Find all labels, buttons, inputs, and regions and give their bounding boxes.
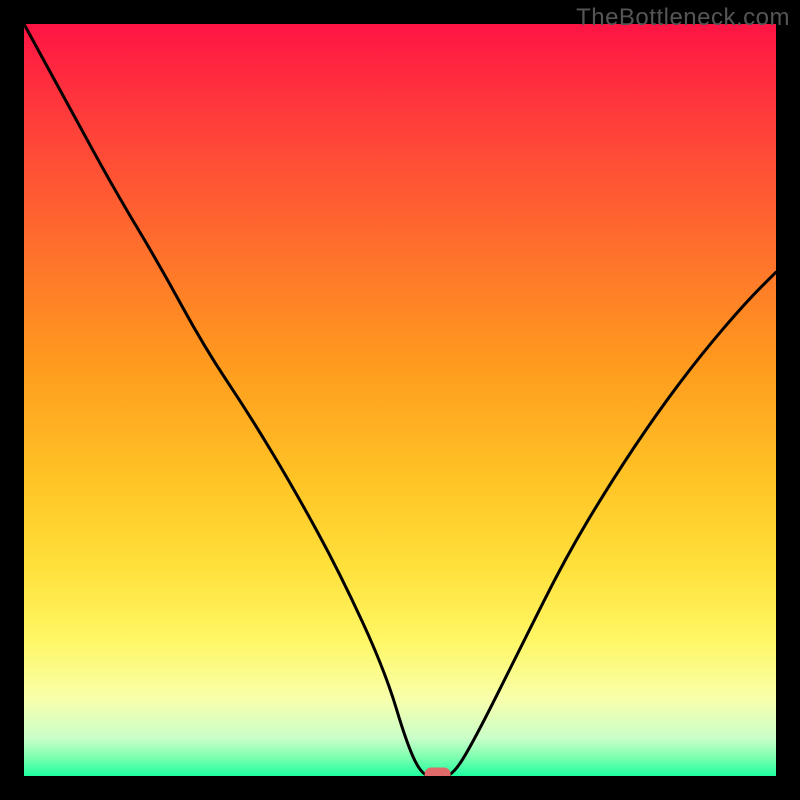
chart-frame: TheBottleneck.com	[0, 0, 800, 800]
optimum-marker	[425, 768, 451, 777]
plot-area	[24, 24, 776, 776]
chart-svg	[24, 24, 776, 776]
watermark-text: TheBottleneck.com	[576, 4, 790, 32]
gradient-background	[24, 24, 776, 776]
